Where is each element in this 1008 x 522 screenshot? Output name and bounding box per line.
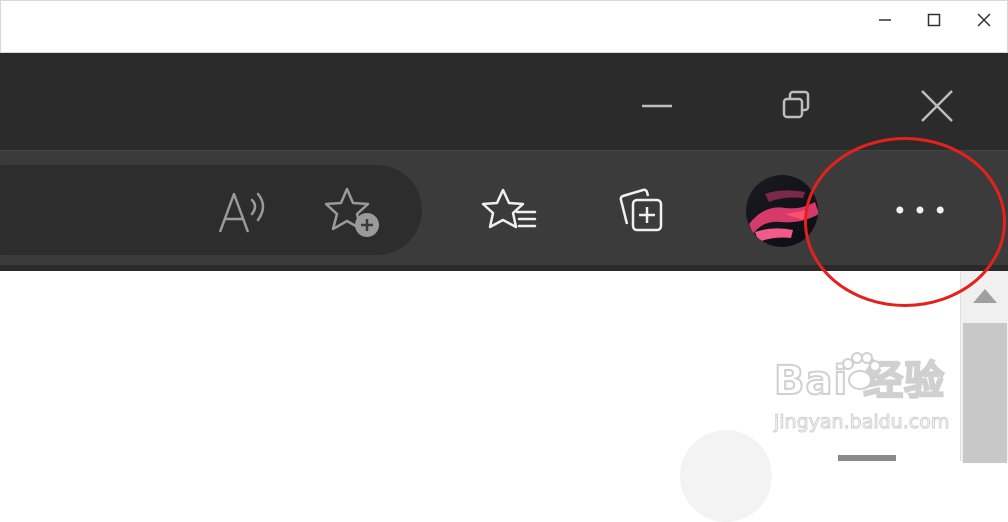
browser-toolbar: ••• <box>0 150 1008 267</box>
scroll-thumb[interactable] <box>963 323 1007 463</box>
favorites-button[interactable] <box>476 181 542 243</box>
browser-close-button[interactable] <box>907 81 967 131</box>
watermark-sub: jingyan.baidu.com <box>773 411 950 434</box>
collections-icon <box>619 188 663 232</box>
vertical-scrollbar[interactable] <box>960 271 1008 463</box>
profile-avatar <box>746 175 818 247</box>
add-favorite-icon <box>324 187 379 237</box>
close-icon <box>921 90 953 122</box>
outer-minimize-button[interactable] <box>870 7 900 33</box>
scroll-up-button[interactable] <box>961 271 1008 321</box>
more-menu-label: ••• <box>892 197 954 225</box>
outer-maximize-button[interactable] <box>919 7 949 33</box>
close-icon <box>977 13 991 27</box>
page-divider <box>838 455 896 461</box>
browser-minimize-button[interactable] <box>627 81 687 131</box>
outer-close-button[interactable] <box>969 7 999 33</box>
browser-titlebar <box>0 53 1008 150</box>
baidu-watermark: Bai 经验 jingyan.baidu.com <box>770 348 960 443</box>
browser-restore-button[interactable] <box>767 81 827 131</box>
collections-button[interactable] <box>610 181 676 243</box>
restore-icon <box>782 90 810 119</box>
outer-window-titlebar <box>0 0 1008 53</box>
favorites-icon <box>481 188 537 229</box>
minimize-icon <box>879 19 891 21</box>
read-aloud-icon <box>218 192 265 233</box>
profile-button[interactable] <box>745 174 819 248</box>
add-favorite-button[interactable] <box>318 181 388 245</box>
page-floating-button[interactable] <box>680 430 772 522</box>
read-aloud-button[interactable] <box>210 181 274 241</box>
paw-icon <box>842 352 881 390</box>
minimize-icon <box>642 104 672 108</box>
maximize-icon <box>927 13 941 27</box>
more-menu-button[interactable]: ••• <box>890 191 956 231</box>
chevron-up-icon <box>973 289 997 303</box>
